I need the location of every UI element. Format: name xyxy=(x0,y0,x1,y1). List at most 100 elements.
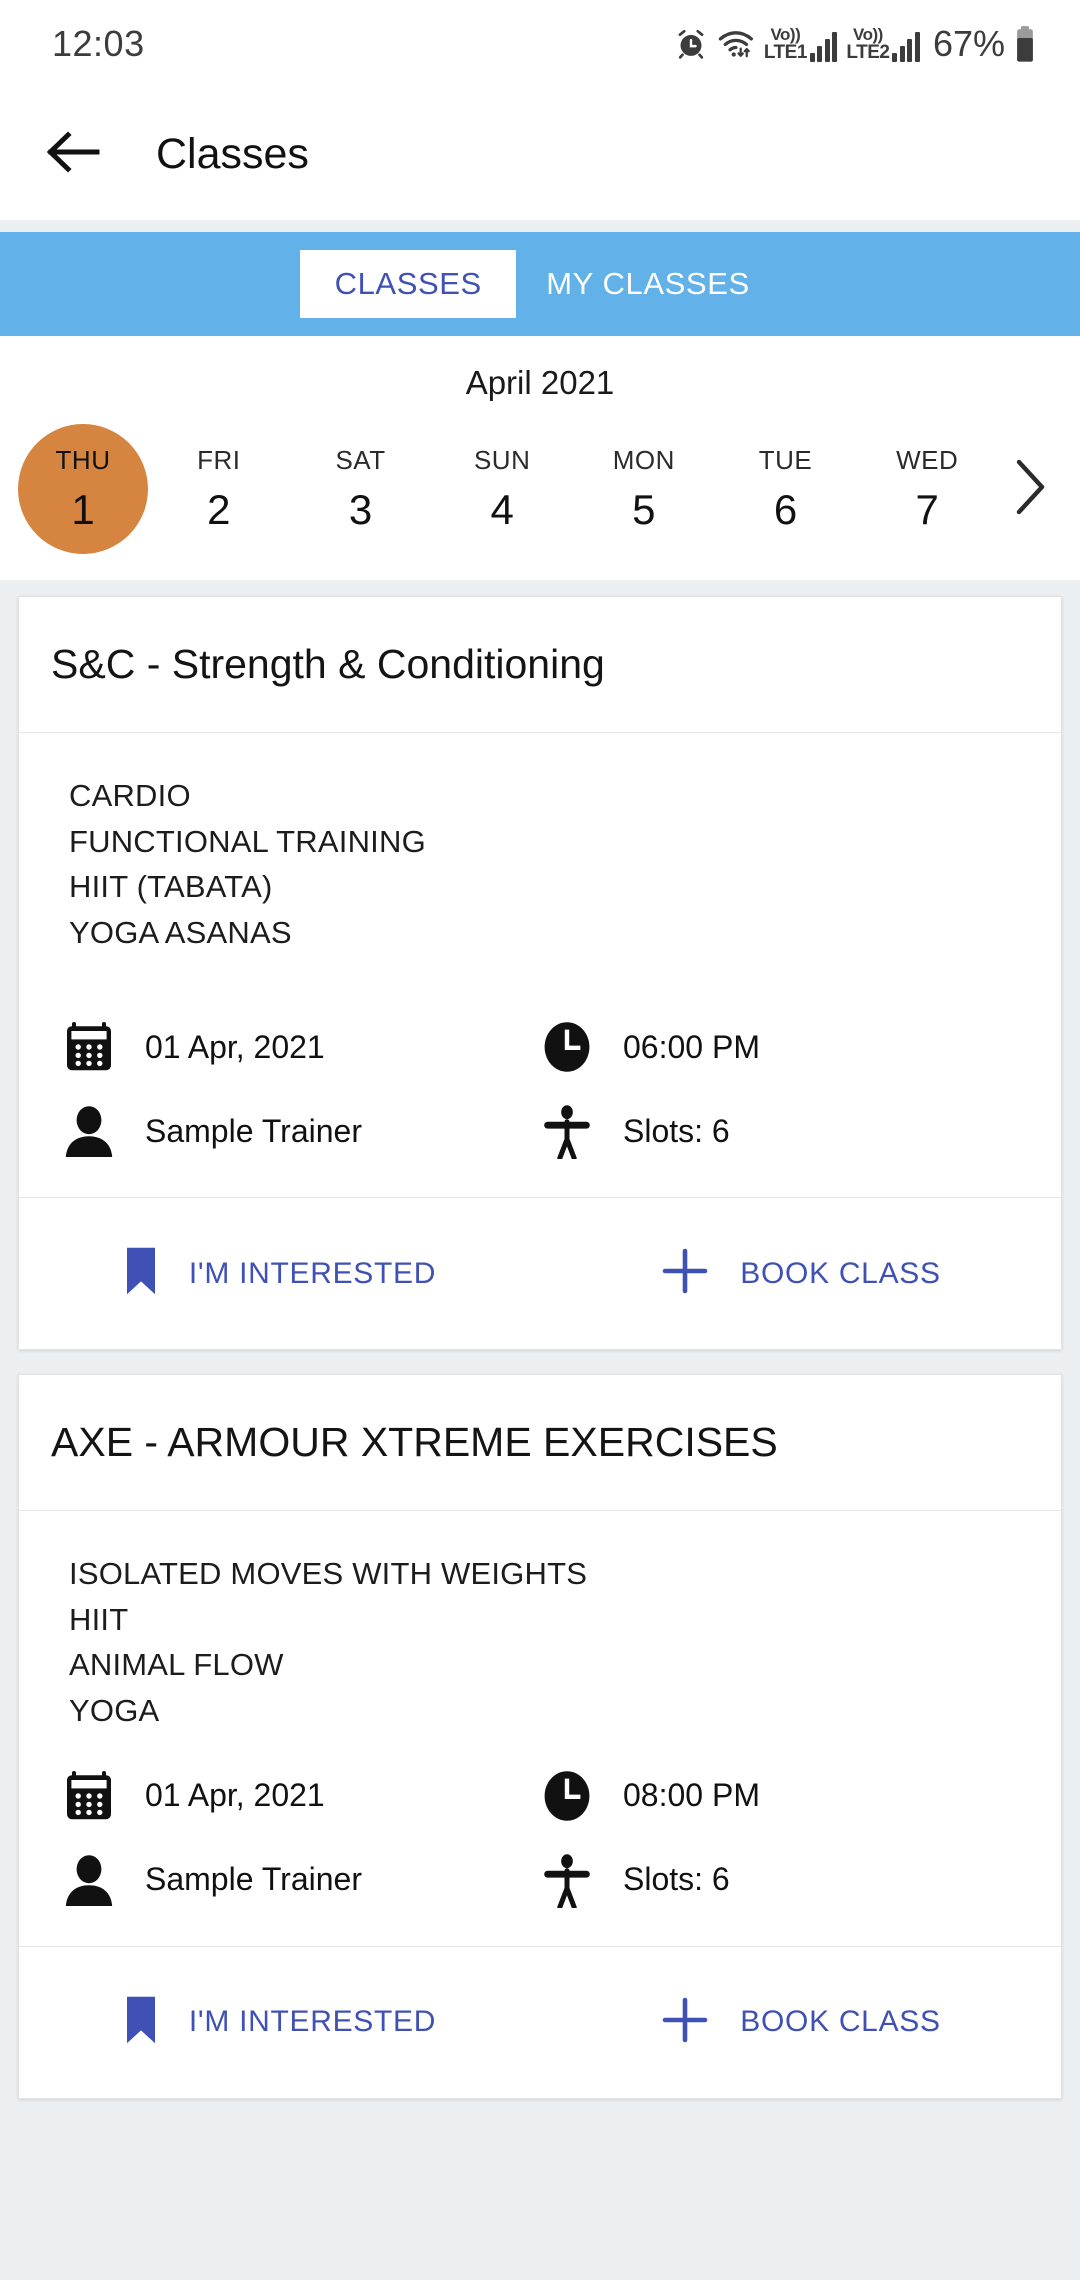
day-number: 6 xyxy=(773,485,798,533)
class-trainer: Sample Trainer xyxy=(145,1861,362,1897)
description-line: ISOLATED MOVES WITH WEIGHTS xyxy=(69,1556,588,1592)
day-number: 4 xyxy=(490,485,514,533)
class-description: ISOLATED MOVES WITH WEIGHTS HIIT ANIMAL … xyxy=(51,1551,1029,1733)
person-icon xyxy=(59,1103,119,1159)
day-item-1[interactable]: THU 1 xyxy=(18,424,148,554)
class-description: CARDIO FUNCTIONAL TRAINING HIIT (TABATA)… xyxy=(51,773,1029,955)
meta-row-date-time: 01 Apr, 2021 06:00 PM xyxy=(59,1019,1029,1075)
day-weekday: TUE xyxy=(758,444,813,475)
class-date: 01 Apr, 2021 xyxy=(145,1028,325,1065)
class-actions: I'M INTERESTED BOOK CLASS xyxy=(19,1197,1061,1349)
description-line: ANIMAL FLOW xyxy=(69,1647,284,1683)
class-date: 01 Apr, 2021 xyxy=(145,1777,325,1813)
meta-row-trainer-slots: Sample Trainer Slots: 6 xyxy=(59,1103,1029,1160)
tab-bar: CLASSES MY CLASSES xyxy=(0,232,1080,336)
standing-figure-icon xyxy=(537,1852,597,1908)
clock-icon xyxy=(537,1768,597,1824)
status-time: 12:03 xyxy=(52,23,145,64)
next-week-button[interactable] xyxy=(998,458,1062,521)
status-icon-tray: Vo)) LTE1 Vo)) LTE2 67% xyxy=(674,23,1036,65)
class-title: AXE - ARMOUR XTREME EXERCISES xyxy=(19,1375,1061,1512)
chevron-right-icon xyxy=(1013,458,1047,521)
tab-my-classes[interactable]: MY CLASSES xyxy=(516,250,780,318)
lte1-label: LTE1 xyxy=(763,42,808,63)
arrow-left-icon xyxy=(45,129,101,180)
book-class-button[interactable]: BOOK CLASS xyxy=(540,1995,1061,2050)
book-class-button[interactable]: BOOK CLASS xyxy=(540,1246,1061,1301)
day-number: 2 xyxy=(207,485,231,533)
date-picker: April 2021 THU 1 FRI 2 SAT 3 SUN 4 MON 5… xyxy=(0,336,1080,580)
person-icon xyxy=(59,1852,119,1908)
meta-time: 08:00 PM xyxy=(537,1768,760,1824)
volte-label-2: Vo)) xyxy=(853,25,883,44)
day-weekday: WED xyxy=(896,444,959,475)
day-weekday: THU xyxy=(55,444,111,475)
class-meta: 01 Apr, 2021 08:00 PM Sample Trainer Slo… xyxy=(51,1768,1029,1908)
volte-lte2-icon: Vo)) LTE2 xyxy=(846,25,890,63)
battery-percent-label: 67% xyxy=(932,23,1005,64)
interested-label: I'M INTERESTED xyxy=(188,2005,437,2038)
meta-slots: Slots: 6 xyxy=(537,1103,730,1160)
class-meta: 01 Apr, 2021 06:00 PM Sample Trainer Slo… xyxy=(51,1019,1029,1160)
bookmark-icon xyxy=(123,1994,159,2051)
meta-row-date-time: 01 Apr, 2021 08:00 PM xyxy=(59,1768,1029,1824)
alarm-icon xyxy=(674,27,708,61)
interested-label: I'M INTERESTED xyxy=(188,1256,437,1290)
meta-date: 01 Apr, 2021 xyxy=(59,1019,537,1075)
sim1-status: Vo)) LTE1 xyxy=(764,26,838,62)
interested-button[interactable]: I'M INTERESTED xyxy=(19,1245,540,1302)
day-number: 5 xyxy=(632,485,656,533)
battery-icon xyxy=(1014,25,1036,63)
class-body: ISOLATED MOVES WITH WEIGHTS HIIT ANIMAL … xyxy=(19,1511,1061,1945)
volte-label-1: Vo)) xyxy=(770,25,801,44)
day-weekday: FRI xyxy=(197,444,241,475)
bookmark-icon xyxy=(123,1245,159,1302)
class-actions: I'M INTERESTED BOOK CLASS xyxy=(19,1945,1061,2098)
day-number: 3 xyxy=(348,485,373,533)
class-time: 08:00 PM xyxy=(623,1777,760,1813)
day-item-7[interactable]: WED 7 xyxy=(856,424,998,554)
signal-bars-1-icon xyxy=(809,32,838,62)
sim2-status: Vo)) LTE2 xyxy=(846,26,920,62)
book-class-label: BOOK CLASS xyxy=(740,1256,941,1290)
day-weekday: SAT xyxy=(335,444,386,475)
plus-icon xyxy=(660,1995,710,2050)
description-line: FUNCTIONAL TRAINING xyxy=(69,823,426,859)
back-button[interactable] xyxy=(42,123,104,185)
day-weekday: SUN xyxy=(473,444,531,475)
day-number: 1 xyxy=(71,485,95,533)
wifi-icon xyxy=(717,27,755,61)
day-strip: THU 1 FRI 2 SAT 3 SUN 4 MON 5 TUE 6 WED … xyxy=(0,424,1080,554)
volte-lte1-icon: Vo)) LTE1 xyxy=(763,25,808,63)
meta-trainer: Sample Trainer xyxy=(59,1852,537,1908)
clock-icon xyxy=(537,1019,597,1075)
meta-trainer: Sample Trainer xyxy=(59,1103,537,1159)
meta-slots: Slots: 6 xyxy=(537,1852,730,1908)
day-item-2[interactable]: FRI 2 xyxy=(148,424,290,554)
signal-bars-2-icon xyxy=(892,32,920,62)
day-item-5[interactable]: MON 5 xyxy=(573,424,715,554)
class-list: S&C - Strength & Conditioning CARDIO FUN… xyxy=(0,596,1080,2099)
meta-row-trainer-slots: Sample Trainer Slots: 6 xyxy=(59,1852,1029,1908)
description-line: YOGA xyxy=(69,1692,160,1728)
description-line: YOGA ASANAS xyxy=(69,914,292,950)
description-line: CARDIO xyxy=(69,778,191,813)
tab-classes[interactable]: CLASSES xyxy=(300,250,517,318)
standing-figure-icon xyxy=(537,1103,597,1160)
day-item-4[interactable]: SUN 4 xyxy=(431,424,573,554)
description-line: HIIT (TABATA) xyxy=(69,869,273,905)
class-card[interactable]: AXE - ARMOUR XTREME EXERCISES ISOLATED M… xyxy=(18,1374,1062,2099)
class-time: 06:00 PM xyxy=(623,1028,760,1065)
page-title: Classes xyxy=(156,129,309,178)
class-card[interactable]: S&C - Strength & Conditioning CARDIO FUN… xyxy=(18,596,1062,1351)
class-slots: Slots: 6 xyxy=(623,1861,730,1897)
day-item-6[interactable]: TUE 6 xyxy=(715,424,857,554)
lte2-label: LTE2 xyxy=(846,42,890,63)
meta-time: 06:00 PM xyxy=(537,1019,760,1075)
interested-button[interactable]: I'M INTERESTED xyxy=(19,1994,540,2051)
class-body: CARDIO FUNCTIONAL TRAINING HIIT (TABATA)… xyxy=(19,733,1061,1197)
day-item-3[interactable]: SAT 3 xyxy=(290,424,432,554)
class-trainer: Sample Trainer xyxy=(145,1112,362,1149)
plus-icon xyxy=(660,1246,710,1301)
meta-date: 01 Apr, 2021 xyxy=(59,1768,537,1824)
